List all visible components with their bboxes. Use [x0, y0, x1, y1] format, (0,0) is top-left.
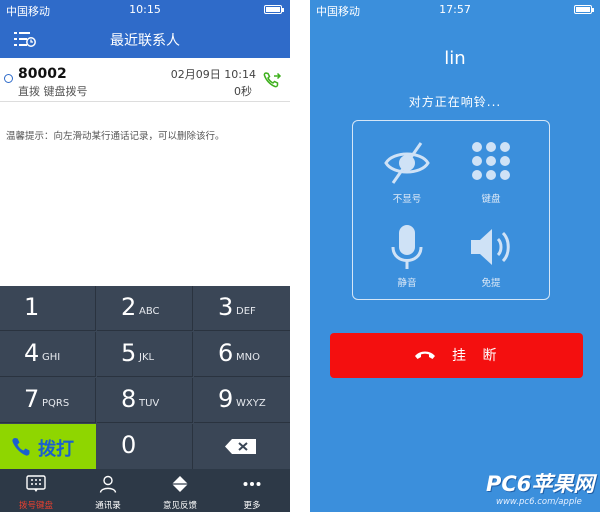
- call-number: 80002: [18, 66, 67, 82]
- key-6[interactable]: 6 MNO: [194, 332, 290, 377]
- tab-feedback[interactable]: 意见反馈: [144, 469, 216, 512]
- tab-label: 意见反馈: [162, 501, 197, 511]
- delete-button[interactable]: [194, 424, 290, 469]
- dialer-screen: 中国移动 10:15 最近联系人 80002 直拨 键盘拨号 02月09日 10…: [0, 0, 290, 512]
- key-0[interactable]: 0: [97, 424, 193, 469]
- battery-icon: [264, 5, 284, 14]
- feedback-icon: [172, 476, 188, 492]
- watermark-logo: PC6苹果网: [486, 472, 595, 496]
- option-label: 不显号: [392, 194, 422, 205]
- call-record-row[interactable]: 80002 直拨 键盘拨号 02月09日 10:14 0秒: [0, 58, 290, 102]
- speaker-icon: [471, 229, 510, 265]
- mute-button[interactable]: 静音: [365, 219, 445, 299]
- more-icon: [243, 482, 261, 486]
- call-type: 直拨 键盘拨号: [18, 85, 88, 98]
- callee-name: lin: [444, 48, 466, 69]
- page-title: 最近联系人: [110, 33, 180, 49]
- eye-hidden-icon: [384, 142, 430, 184]
- key-5[interactable]: 5 JKL: [97, 332, 193, 377]
- outgoing-call-icon: [4, 74, 13, 83]
- microphone-icon: [391, 225, 423, 269]
- key-2[interactable]: 2 ABC: [97, 286, 193, 331]
- dial-button[interactable]: 拨打: [0, 424, 96, 469]
- keypad-button[interactable]: 键盘: [449, 135, 529, 215]
- hang-up-label: 挂 断: [452, 348, 503, 364]
- option-label: 键盘: [481, 194, 501, 205]
- tab-label: 通讯录: [95, 501, 121, 511]
- tab-more[interactable]: 更多: [216, 469, 288, 512]
- calling-screen: 中国移动 17:57 lin 对方正在响铃... 不显号 键盘 静音 免提 挂 …: [310, 0, 600, 512]
- dial-label: 拨打: [38, 439, 74, 460]
- hint-text: 温馨提示：向左滑动某行通话记录，可以删除该行。: [6, 131, 225, 142]
- status-bar: 中国移动 10:15: [0, 0, 290, 20]
- key-1[interactable]: 1: [0, 286, 96, 331]
- tab-label: 更多: [243, 501, 261, 511]
- hide-number-button[interactable]: 不显号: [365, 135, 445, 215]
- status-time: 10:15: [129, 3, 161, 16]
- option-label: 静音: [397, 278, 417, 289]
- contacts-icon: [99, 475, 117, 493]
- call-options-panel: 不显号 键盘 静音 免提: [352, 120, 550, 300]
- key-4[interactable]: 4 GHI: [0, 332, 96, 377]
- call-duration: 0秒: [234, 85, 252, 98]
- key-9[interactable]: 9 WXYZ: [194, 378, 290, 423]
- tab-bar: 拨号键盘 通讯录 意见反馈 更多: [0, 469, 290, 512]
- speaker-button[interactable]: 免提: [449, 219, 529, 299]
- backspace-icon: [225, 439, 256, 454]
- key-8[interactable]: 8 TUV: [97, 378, 193, 423]
- tab-contacts[interactable]: 通讯录: [72, 469, 144, 512]
- call-date: 02月09日 10:14: [170, 68, 256, 81]
- keypad-icon: [26, 475, 46, 492]
- hang-up-button[interactable]: 挂 断: [330, 333, 583, 378]
- key-3[interactable]: 3 DEF: [194, 286, 290, 331]
- hang-up-phone-icon: [415, 351, 435, 359]
- key-7[interactable]: 7 PQRS: [0, 378, 96, 423]
- option-label: 免提: [481, 278, 501, 289]
- call-status: 对方正在响铃...: [408, 95, 502, 109]
- watermark-url: www.pc6.com/apple: [496, 497, 582, 507]
- redial-icon[interactable]: [262, 70, 282, 90]
- tab-label: 拨号键盘: [18, 501, 53, 511]
- dial-keypad: 1 2 ABC 3 DEF 4 GHI 5 JKL 6 MNO 7 PQRS 8 TUV 9W…: [0, 286, 290, 469]
- battery-icon: [574, 5, 594, 14]
- status-time: 17:57: [439, 3, 471, 16]
- keypad-icon: [472, 142, 510, 180]
- nav-bar: 最近联系人: [0, 20, 290, 58]
- status-bar: 中国移动 17:57: [310, 0, 600, 20]
- tab-keypad[interactable]: 拨号键盘: [0, 469, 72, 512]
- phone-icon: [12, 438, 30, 456]
